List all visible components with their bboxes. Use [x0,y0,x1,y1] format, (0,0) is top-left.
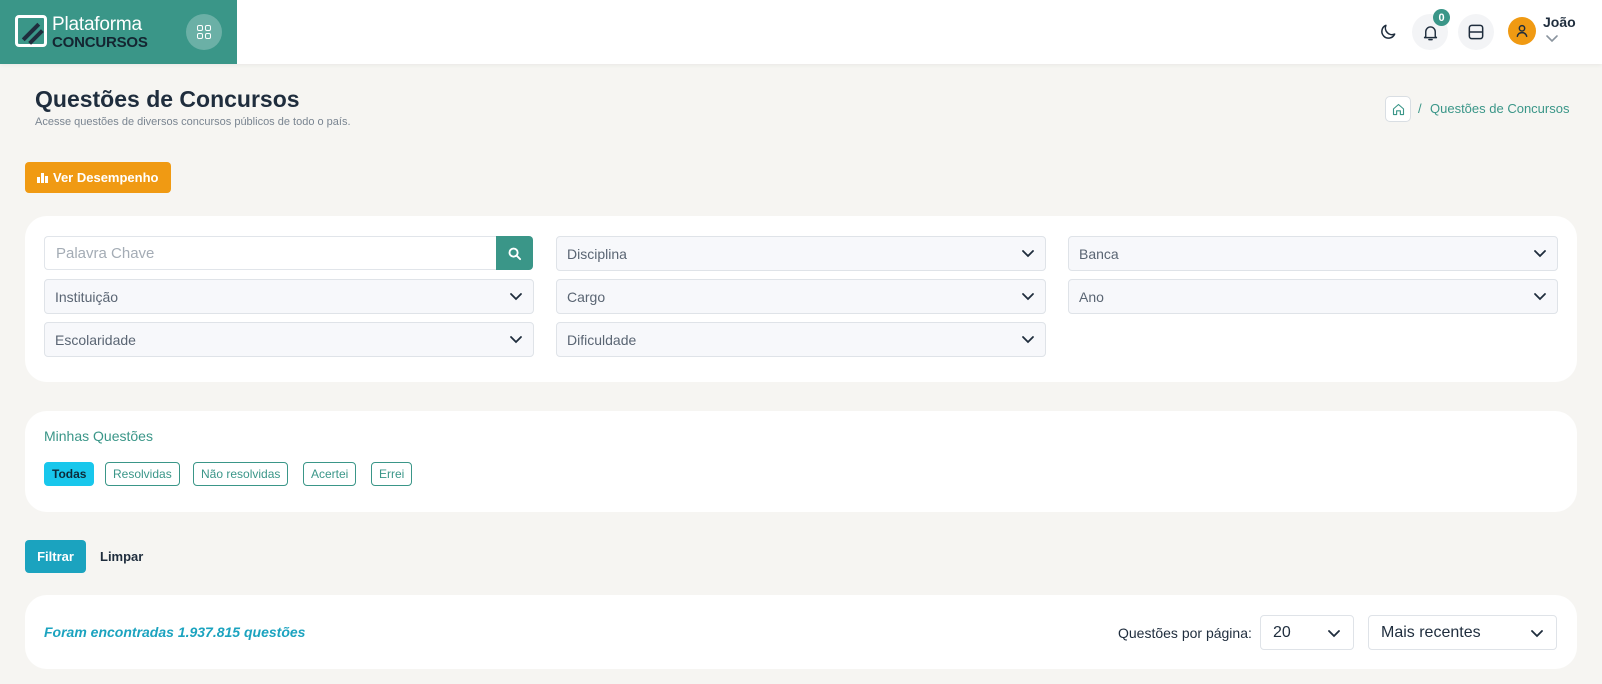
chevron-down-icon [1022,293,1034,301]
results-count: Foram encontradas 1.937.815 questões [44,624,306,640]
per-page-select[interactable]: 20 [1260,615,1354,650]
sort-value: Mais recentes [1381,624,1481,641]
disciplina-select[interactable]: Disciplina [556,236,1046,271]
filter-wrong-button[interactable]: Errei [371,462,413,486]
logo-text-line1: Plataforma [52,14,142,35]
view-performance-button[interactable]: Ver Desempenho [25,162,171,193]
view-performance-label: Ver Desempenho [53,170,159,185]
sort-select[interactable]: Mais recentes [1368,615,1557,650]
chevron-down-icon [1022,336,1034,344]
chevron-down-icon [1534,250,1546,258]
layout-button[interactable] [1458,14,1494,50]
clear-button[interactable]: Limpar [91,540,152,573]
chevron-down-icon [510,336,522,344]
search-button[interactable] [496,236,533,270]
instituicao-select[interactable]: Instituição [44,279,534,314]
chevron-down-icon [1531,630,1543,638]
user-icon [1516,24,1528,38]
per-page-value: 20 [1273,624,1291,641]
logo-icon [15,15,47,47]
cargo-label: Cargo [567,289,606,305]
filter-button[interactable]: Filtrar [25,540,86,573]
ano-label: Ano [1079,289,1104,305]
disciplina-label: Disciplina [567,246,627,262]
user-name[interactable]: João [1543,14,1576,30]
cargo-select[interactable]: Cargo [556,279,1046,314]
logo-text-line2: CONCURSOS [52,34,148,51]
bar-chart-icon [37,173,48,183]
dark-mode-button[interactable] [1370,14,1406,50]
banca-select[interactable]: Banca [1068,236,1558,271]
breadcrumb-home[interactable] [1385,96,1411,122]
escolaridade-label: Escolaridade [55,332,136,348]
chevron-down-icon [1534,293,1546,301]
keyword-input[interactable] [44,236,496,270]
layout-icon [1468,24,1484,40]
page-title: Questões de Concursos [35,86,300,112]
moon-icon [1381,24,1396,39]
filter-solved-button[interactable]: Resolvidas [105,462,180,486]
dificuldade-select[interactable]: Dificuldade [556,322,1046,357]
escolaridade-select[interactable]: Escolaridade [44,322,534,357]
banca-label: Banca [1079,246,1119,262]
chevron-down-icon [1022,250,1034,258]
page-subtitle: Acesse questões de diversos concursos pú… [35,116,351,128]
chevron-down-icon [1328,630,1340,638]
home-icon [1392,103,1404,115]
bell-icon [1423,25,1437,40]
breadcrumb-separator: / [1418,101,1422,116]
instituicao-label: Instituição [55,289,119,305]
per-page-label: Questões por página: [1118,625,1252,641]
dificuldade-label: Dificuldade [567,332,637,348]
filter-unsolved-button[interactable]: Não resolvidas [193,462,289,486]
ano-select[interactable]: Ano [1068,279,1558,314]
grid-icon [197,25,211,39]
chevron-down-icon [510,293,522,301]
filter-all-button[interactable]: Todas [44,462,95,486]
breadcrumb-current: Questões de Concursos [1430,101,1570,116]
top-bar: Plataforma CONCURSOS 0 João [0,0,1602,64]
chevron-down-icon[interactable] [1545,33,1559,43]
brand-logo[interactable]: Plataforma CONCURSOS [0,0,237,64]
avatar[interactable] [1508,17,1536,45]
my-questions-title: Minhas Questões [44,428,153,444]
search-icon [508,247,522,260]
notification-badge: 0 [1433,9,1450,26]
filter-correct-button[interactable]: Acertei [303,462,357,486]
apps-menu-button[interactable] [186,14,222,50]
